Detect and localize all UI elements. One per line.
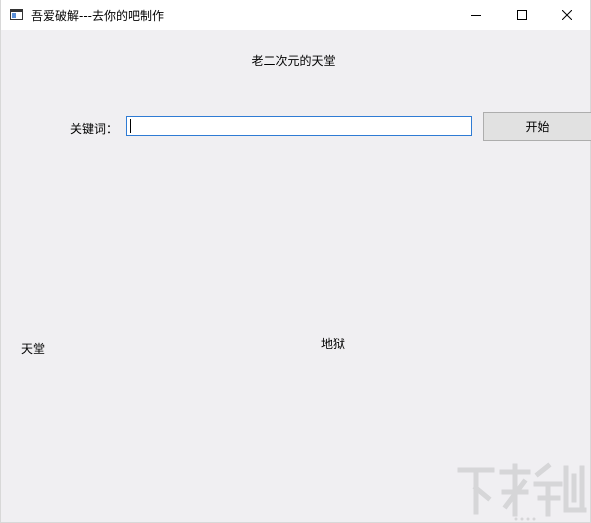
maximize-icon	[517, 10, 527, 20]
minimize-button[interactable]	[453, 0, 499, 30]
title-bar[interactable]: 吾爱破解---去你的吧制作	[1, 0, 590, 30]
maximize-button[interactable]	[499, 0, 545, 30]
text-caret	[130, 119, 131, 133]
app-icon	[10, 9, 23, 20]
minimize-icon	[471, 15, 481, 16]
window-title: 吾爱破解---去你的吧制作	[31, 9, 164, 23]
start-button[interactable]: 开始	[483, 112, 591, 141]
hell-label: 地狱	[321, 337, 346, 351]
keyword-input[interactable]	[126, 116, 472, 136]
app-subtitle: 老二次元的天堂	[251, 54, 336, 68]
close-icon	[562, 10, 572, 20]
app-window: 吾爱破解---去你的吧制作 老二次元的天堂 关键词： 开始 天堂 地狱	[0, 0, 591, 523]
watermark-logo	[457, 462, 587, 521]
heaven-label: 天堂	[21, 342, 46, 356]
keyword-label: 关键词：	[70, 122, 119, 136]
close-button[interactable]	[544, 0, 590, 30]
